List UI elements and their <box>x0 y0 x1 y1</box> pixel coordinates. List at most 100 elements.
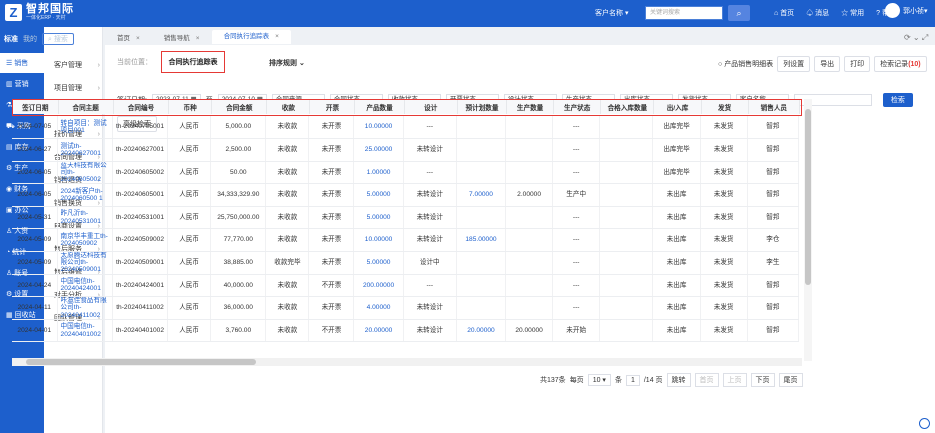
favorites-link[interactable]: ☆ 常用 <box>841 8 864 18</box>
table-cell: 未收款 <box>265 183 310 207</box>
per-page-select[interactable]: 10 ▾ <box>587 374 611 386</box>
next-page-button[interactable]: 下页 <box>750 373 775 387</box>
sub-menu-item[interactable]: 客户管理 › <box>54 58 100 72</box>
tab-refresh-icon[interactable]: ⟳ ⌄ ⤢ <box>904 33 928 43</box>
table-row[interactable]: 2024-05-31 昨凡沂th-20240531001 th-2024053100… <box>12 206 800 230</box>
pagination: 共137条 每页 10 ▾ 条 1 /14 页 跳转 首页 上页 下页 尾页 <box>540 373 803 387</box>
table-cell[interactable]: 太原腾达科技有限公司th-20240509001 <box>57 251 113 275</box>
table-cell: 2024-06-05 <box>12 183 58 207</box>
table-cell: 2.00000 <box>505 183 554 207</box>
table-cell: 出库完毕 <box>652 161 701 185</box>
brand-logo[interactable]: Z 智邦国际 一体化ERP · 天村 <box>5 4 74 21</box>
table-row[interactable]: 2024-06-05 2024新客户th-2024060500 1 th-20240… <box>12 183 800 207</box>
close-icon[interactable]: × <box>136 35 140 42</box>
export-button[interactable]: 导出 <box>814 56 841 72</box>
horizontal-scrollbar[interactable] <box>12 358 802 366</box>
column-header[interactable]: 发货 <box>701 100 749 114</box>
column-header[interactable]: 生产状态 <box>553 100 602 114</box>
table-cell[interactable]: 咔滋佳食品有限公司th-20240411002 <box>57 296 113 320</box>
table-cell: 36,000.00 <box>210 296 267 320</box>
first-page-button[interactable]: 首页 <box>694 373 719 387</box>
table-cell: 人民币 <box>167 296 212 320</box>
help-icon[interactable] <box>919 418 930 429</box>
mine-tab[interactable]: 我的 <box>23 34 37 44</box>
global-search-input[interactable]: 关键词搜索 <box>645 6 723 20</box>
column-header[interactable]: 合格入库数量 <box>600 100 655 114</box>
page-input[interactable]: 1 <box>625 374 640 386</box>
search-button[interactable]: ⌕ <box>728 5 750 21</box>
close-icon[interactable]: × <box>196 35 200 42</box>
table-row[interactable]: 2024-05-09 太原腾达科技有限公司th-20240509001 th-202… <box>12 251 800 275</box>
table-cell <box>599 274 654 297</box>
table-row[interactable]: 2024-06-05 蓝天科技有限公司th-20240605002 th-20240… <box>12 161 800 185</box>
table-cell <box>599 206 654 230</box>
table-cell <box>505 161 554 185</box>
table-cell: 未出库 <box>652 274 701 297</box>
column-settings-button[interactable]: 列设置 <box>777 56 811 72</box>
table-cell[interactable]: 中国电信th-20240424001 <box>57 274 113 297</box>
customer-select[interactable]: 客户名称 ▾ <box>595 7 645 21</box>
table-cell[interactable]: 南京华丰重工th-2024050902 <box>57 228 113 252</box>
column-header[interactable]: 币种 <box>168 100 213 114</box>
table-cell: 20.00000 <box>456 319 507 343</box>
table-row[interactable]: 2024-04-24 中国电信th-20240424001 th-202404240… <box>12 274 800 297</box>
tab-contract-tracking[interactable]: 合同执行追踪表 × <box>211 30 291 44</box>
table-row[interactable]: 2024-04-01 中国电信th-20240401002 th-202404010… <box>12 319 800 343</box>
sub-menu-item[interactable]: 项目管理 › <box>54 81 100 95</box>
table-cell: 2,500.00 <box>210 138 267 162</box>
table-cell: 人民币 <box>167 183 212 207</box>
query-button[interactable]: 检索 <box>882 93 913 107</box>
table-row[interactable]: 2024-07-05 转自项目：测试项目001 th-20240705001 人民币 5… <box>12 116 800 139</box>
scroll-thumb[interactable] <box>26 359 256 365</box>
table-cell[interactable]: 测试th-20240627001 <box>57 138 113 162</box>
table-row[interactable]: 2024-05-09 南京华丰重工th-2024050902 th-20240509… <box>12 228 800 252</box>
search-record-button[interactable]: 检索记录(10) <box>874 56 927 72</box>
table-cell[interactable]: 转自项目：测试项目001 <box>57 116 113 139</box>
column-header[interactable]: 合同主题 <box>58 100 114 114</box>
nav-icon: ☰ <box>6 60 13 67</box>
print-button[interactable]: 打印 <box>844 56 871 72</box>
column-header[interactable]: 生产数量 <box>506 100 555 114</box>
jump-button[interactable]: 跳转 <box>666 373 691 387</box>
vertical-scrollbar[interactable] <box>804 99 812 361</box>
table-cell[interactable]: 2024新客户th-2024060500 1 <box>57 183 113 207</box>
table-cell[interactable]: 蓝天科技有限公司th-20240605002 <box>57 161 113 185</box>
prev-page-button[interactable]: 上页 <box>722 373 747 387</box>
column-header[interactable]: 收款 <box>266 100 311 114</box>
column-header[interactable]: 开票 <box>309 100 356 114</box>
tab-home[interactable]: 首页 × <box>105 32 152 42</box>
column-header[interactable]: 签订日期 <box>13 100 59 114</box>
column-header[interactable]: 预计划数量 <box>457 100 508 114</box>
home-link[interactable]: ⌂ 首页 <box>774 8 794 18</box>
user-menu[interactable]: 郭小祯 ▾ <box>885 3 928 18</box>
close-icon[interactable]: × <box>275 33 279 40</box>
column-header[interactable]: 产品数量 <box>354 100 405 114</box>
table-cell: 185.00000 <box>456 228 507 252</box>
column-header[interactable]: 设计 <box>404 100 458 114</box>
standard-tab[interactable]: 标准 <box>4 34 18 44</box>
table-row[interactable]: 2024-06-27 测试th-20240627001 th-20240627001… <box>12 138 800 162</box>
tab-sales-nav[interactable]: 销售导航 × <box>152 32 212 42</box>
column-header[interactable]: 销售人员 <box>748 100 801 114</box>
sort-rule-dropdown[interactable]: 排序规则 ⌄ <box>269 58 305 68</box>
scroll-thumb[interactable] <box>805 109 811 285</box>
product-detail-radio[interactable]: ○ 产品销售明细表 <box>718 59 773 69</box>
column-header[interactable]: 出/入库 <box>653 100 702 114</box>
table-cell[interactable]: 中国电信th-20240401002 <box>57 319 113 343</box>
table-cell: 未发货 <box>700 206 748 230</box>
sidebar-item-1[interactable]: ▥ 营销 <box>0 74 44 94</box>
table-row[interactable]: 2024-04-11 咔滋佳食品有限公司th-20240411002 th-2024… <box>12 296 800 320</box>
column-header[interactable]: 合同金额 <box>211 100 268 114</box>
last-page-button[interactable]: 尾页 <box>778 373 803 387</box>
table-cell: 2024-05-09 <box>12 251 58 275</box>
table-cell: th-20240705001 <box>112 116 169 139</box>
table-cell: --- <box>552 296 601 320</box>
table-cell: --- <box>552 138 601 162</box>
sidebar-item-0[interactable]: ☰ 销售 <box>0 53 44 73</box>
table-cell <box>599 228 654 252</box>
sidebar-search[interactable]: ⌕ 搜索 <box>42 33 74 45</box>
column-header[interactable]: 合同编号 <box>113 100 170 114</box>
table-cell[interactable]: 昨凡沂th-20240531001 <box>57 206 113 230</box>
messages-link[interactable]: ♤ 消息 <box>806 8 829 18</box>
table-cell: 4.00000 <box>353 296 404 320</box>
